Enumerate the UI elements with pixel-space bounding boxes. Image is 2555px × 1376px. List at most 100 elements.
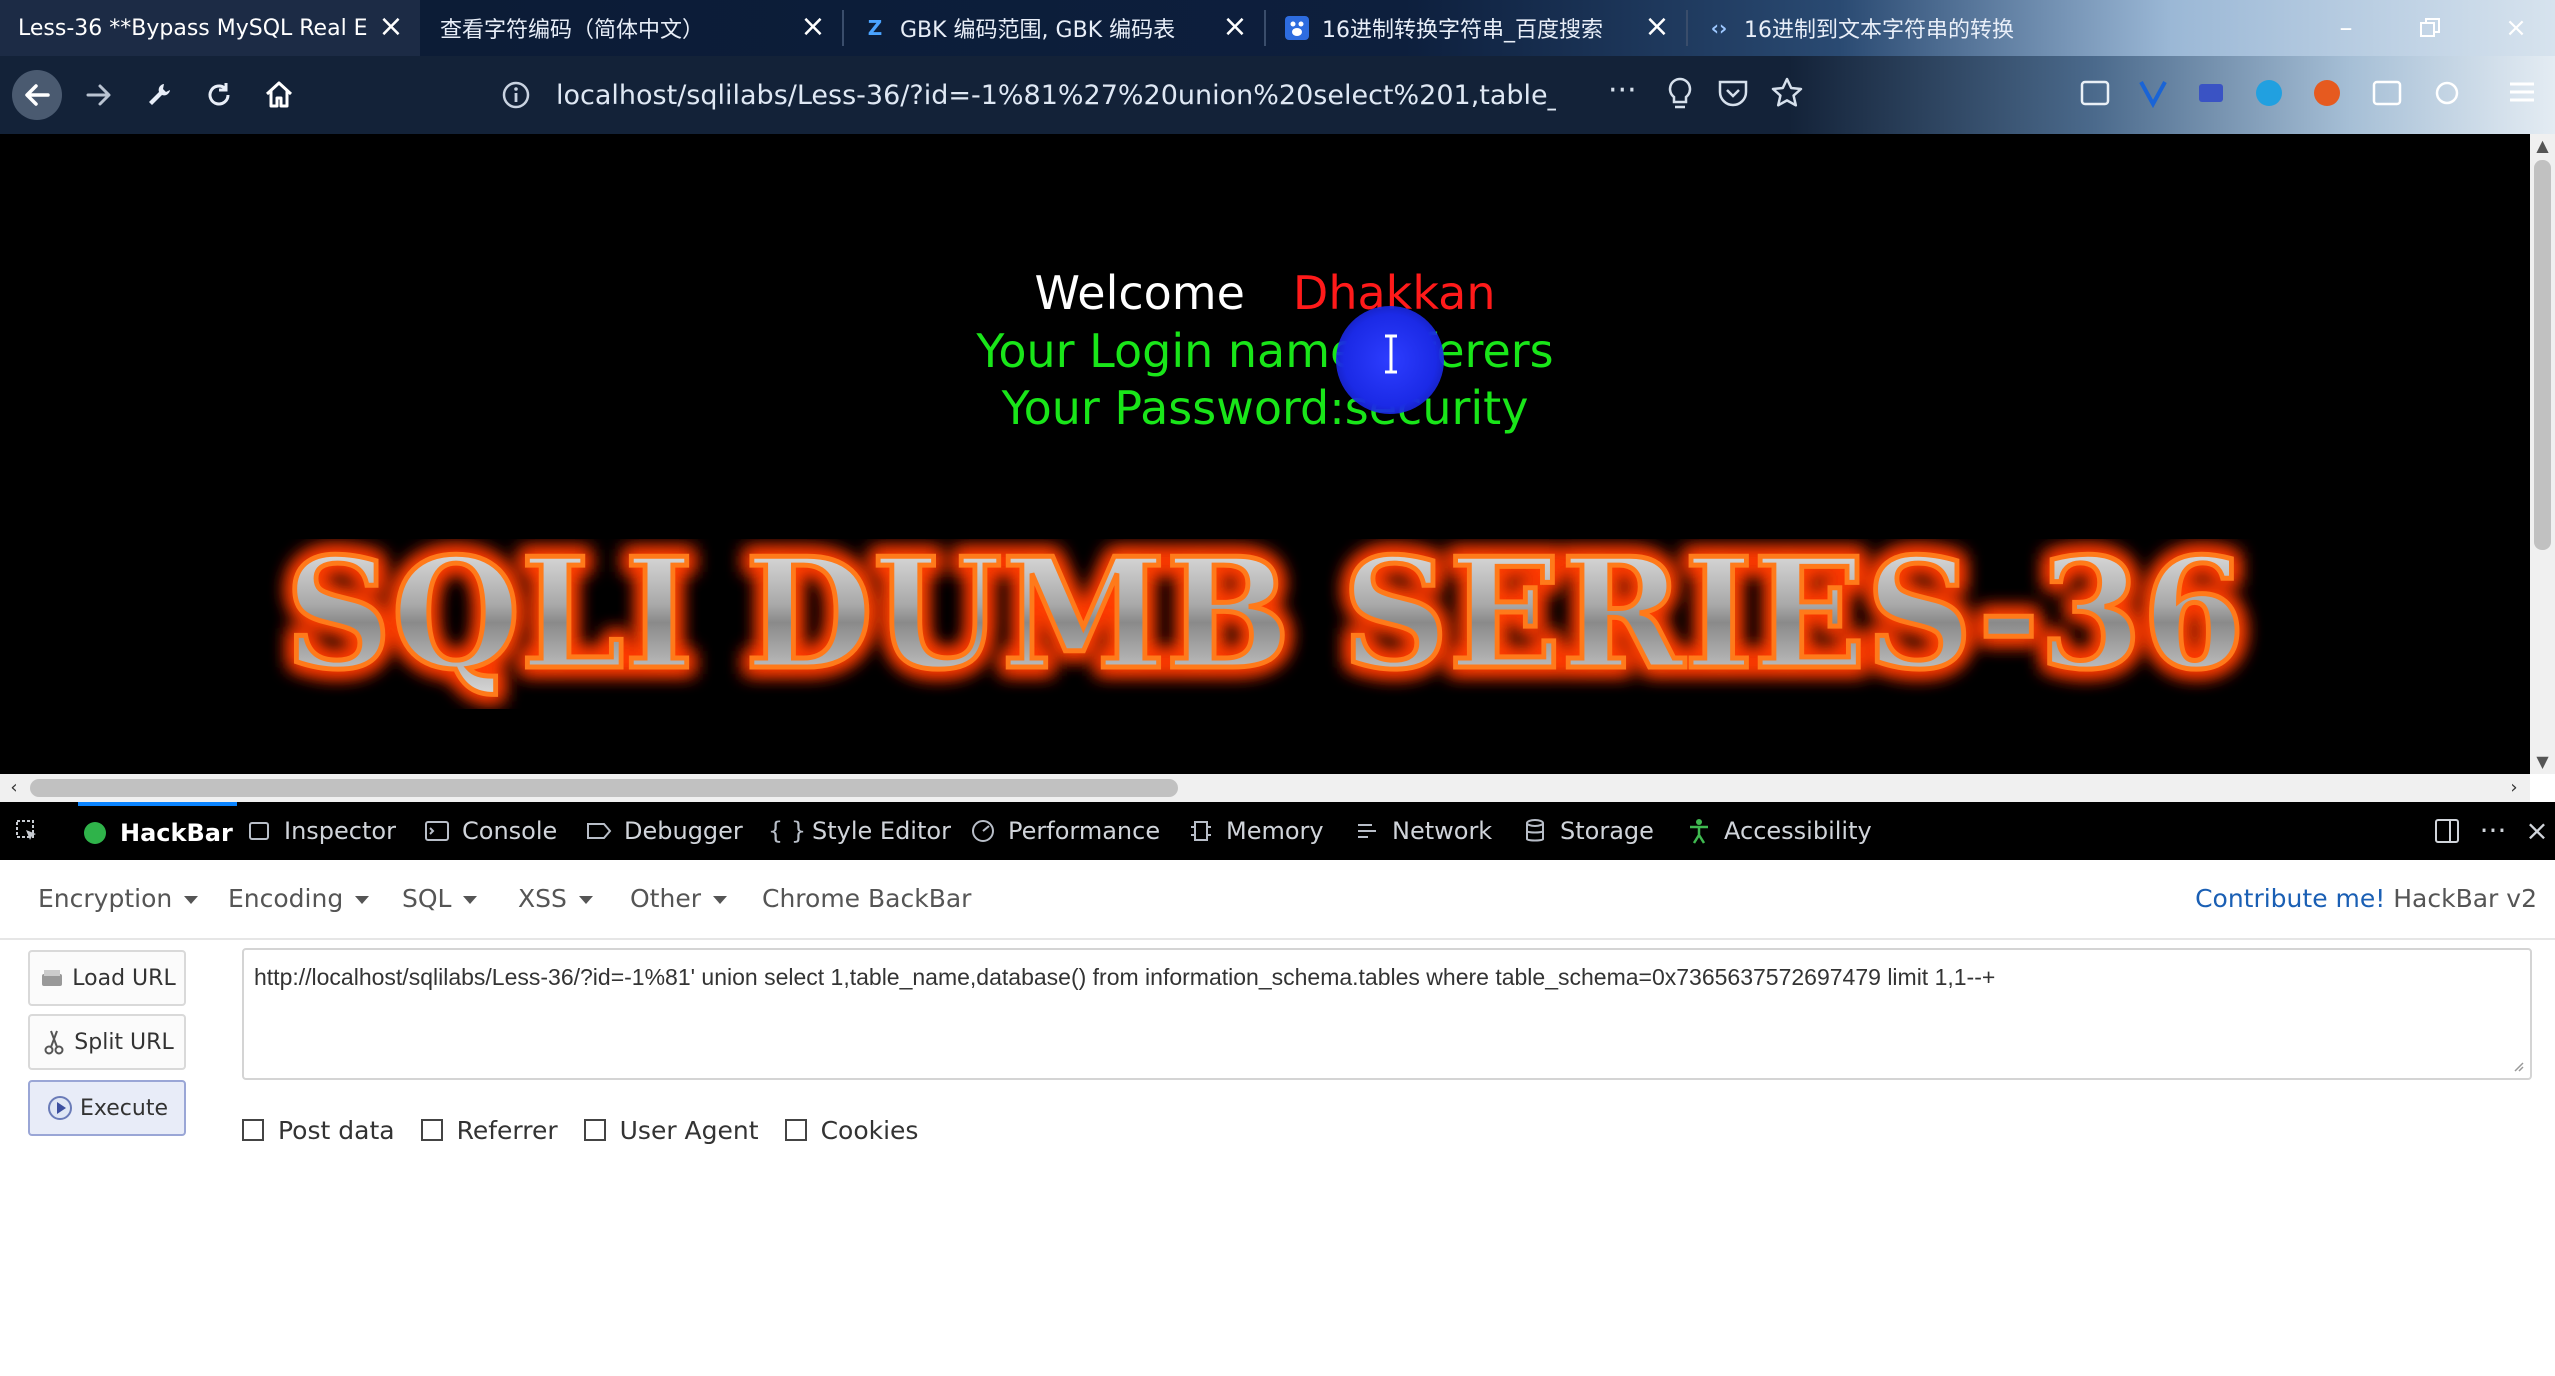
checkbox-label: Referrer — [456, 1115, 558, 1145]
close-icon[interactable]: × — [1220, 12, 1250, 42]
tab-less-36[interactable]: Less-36 **Bypass MySQL Real Es × — [0, 0, 420, 56]
restore-icon[interactable] — [2410, 8, 2450, 48]
checkbox-box[interactable] — [242, 1119, 264, 1141]
checkbox-box[interactable] — [420, 1119, 443, 1141]
tab-strip: Less-36 **Bypass MySQL Real Es × 查看字符编码（… — [0, 0, 2555, 56]
style-editor-icon: { } — [767, 817, 807, 845]
bookmark-star-icon[interactable] — [1770, 76, 1806, 112]
forward-button[interactable] — [74, 70, 124, 120]
home-icon — [265, 81, 293, 108]
button-label: Execute — [80, 1095, 168, 1121]
devtools-close-icon[interactable]: × — [2520, 814, 2554, 848]
dock-side-icon[interactable] — [2430, 814, 2464, 848]
series-banner: SQLI DUMB SERIES-36 SQLI DUMB SERIES-36 — [0, 539, 2530, 709]
tab-char-encoding[interactable]: 查看字符编码（简体中文） × — [422, 0, 842, 56]
vertical-scrollbar[interactable]: ▲ ▼ — [2530, 134, 2555, 774]
devtools-tab-memory[interactable]: Memory — [1188, 802, 1324, 860]
reload-button[interactable] — [194, 70, 244, 120]
hackbar-url-textarea[interactable]: http://localhost/sqlilabs/Less-36/?id=-1… — [242, 948, 2532, 1080]
devtools-tab-hackbar[interactable]: HackBar — [78, 802, 237, 860]
devtools-tab-accessibility[interactable]: Accessibility — [1686, 802, 1872, 860]
hackbar-icon — [82, 820, 108, 846]
tab-hex-to-text[interactable]: ‹› 16进制到文本字符串的转换 — [1688, 0, 2088, 56]
other-menu[interactable]: Other — [630, 884, 727, 913]
horizontal-scrollbar[interactable]: ‹ › — [0, 774, 2530, 802]
lightbulb-icon[interactable] — [1664, 76, 1700, 112]
tab-label: Memory — [1226, 817, 1324, 845]
page-viewport: Welcome Dhakkan Your Login name:referers … — [0, 134, 2530, 774]
horizontal-scroll-thumb[interactable] — [30, 779, 1178, 797]
post-data-checkbox[interactable]: Post data — [242, 1116, 395, 1145]
scroll-left-icon[interactable]: ‹ — [0, 774, 28, 802]
scroll-down-icon[interactable]: ▼ — [2530, 750, 2555, 774]
menu-label: Encryption — [38, 884, 173, 913]
load-url-button[interactable]: Load URL — [28, 950, 186, 1006]
fox-extension-icon[interactable] — [2310, 76, 2346, 112]
encoding-menu[interactable]: Encoding — [228, 884, 370, 913]
tab-title: 16进制转换字符串_百度搜索 — [1322, 18, 1603, 43]
banner-text: SQLI DUMB SERIES-36 — [285, 539, 2245, 703]
scroll-right-icon[interactable]: › — [2500, 774, 2528, 802]
user-agent-checkbox[interactable]: User Agent — [583, 1116, 759, 1145]
password-line: Your Password:security — [1001, 381, 1529, 435]
checkbox-box[interactable] — [784, 1119, 807, 1141]
text-cursor-icon — [1385, 334, 1397, 374]
close-icon[interactable]: × — [798, 12, 828, 42]
hackbar-menu: Encryption Encoding SQL XSS Other Chrome… — [0, 860, 2555, 940]
scroll-up-icon[interactable]: ▲ — [2530, 134, 2555, 158]
address-bar[interactable]: localhost/sqlilabs/Less-36/?id=-1%81%27%… — [500, 70, 1570, 120]
url-text: localhost/sqlilabs/Less-36/?id=-1%81%27%… — [556, 79, 1556, 111]
ip-extension-icon[interactable] — [2370, 76, 2406, 112]
dropdown-caret-icon — [712, 896, 727, 904]
devtools-tab-console[interactable]: Console — [424, 802, 557, 860]
tab-baidu-search[interactable]: 16进制转换字符串_百度搜索 × — [1266, 0, 1686, 56]
devtools-tab-network[interactable]: Network — [1354, 802, 1492, 860]
network-icon — [1354, 818, 1380, 844]
element-picker-button[interactable] — [14, 802, 52, 860]
info-icon[interactable] — [500, 79, 532, 111]
tools-button[interactable] — [134, 70, 184, 120]
close-icon[interactable]: × — [1642, 12, 1672, 42]
tab-label: Style Editor — [812, 817, 951, 845]
vertical-scroll-thumb[interactable] — [2534, 160, 2551, 550]
zhihu-favicon-icon: Z — [867, 16, 883, 40]
vpn-extension-icon[interactable] — [2136, 76, 2172, 112]
pocket-icon[interactable] — [1716, 76, 1752, 112]
devtools-more-icon[interactable]: ··· — [2476, 814, 2510, 848]
tab-gbk[interactable]: Z GBK 编码范围, GBK 编码表 × — [844, 0, 1264, 56]
page-actions-icon[interactable]: ··· — [1608, 76, 1644, 112]
hamburger-menu-icon[interactable] — [2506, 76, 2542, 112]
puzzle-extension-icon[interactable] — [2430, 76, 2466, 112]
encryption-menu[interactable]: Encryption — [38, 884, 199, 913]
extension-icon[interactable] — [2078, 76, 2114, 112]
devtools-tab-inspector[interactable]: Inspector — [246, 802, 396, 860]
back-button[interactable] — [12, 70, 62, 120]
xss-menu[interactable]: XSS — [518, 884, 593, 913]
sql-menu[interactable]: SQL — [402, 884, 478, 913]
console-icon — [424, 818, 450, 844]
shield-extension-icon[interactable] — [2194, 76, 2230, 112]
checkbox-box[interactable] — [583, 1119, 606, 1141]
button-label: Split URL — [74, 1029, 174, 1055]
chrome-backbar-link[interactable]: Chrome BackBar — [762, 884, 971, 913]
split-url-button[interactable]: Split URL — [28, 1014, 186, 1070]
devtools-toolbar: HackBar Inspector Console Debugger { } S… — [0, 802, 2555, 860]
devtools-tab-style-editor[interactable]: { } Style Editor — [767, 802, 951, 860]
tab-label: Accessibility — [1724, 817, 1872, 845]
execute-button[interactable]: Execute — [28, 1080, 186, 1136]
referrer-checkbox[interactable]: Referrer — [420, 1115, 558, 1145]
window-close-icon[interactable]: × — [2496, 8, 2536, 48]
minimize-icon[interactable]: – — [2326, 8, 2366, 48]
navigation-toolbar: localhost/sqlilabs/Less-36/?id=-1%81%27%… — [0, 56, 2555, 134]
devtools-tab-debugger[interactable]: Debugger — [586, 802, 743, 860]
home-button[interactable] — [254, 70, 304, 120]
cookies-checkbox[interactable]: Cookies — [784, 1116, 918, 1145]
menu-label: Other — [630, 884, 701, 913]
load-url-icon — [42, 970, 63, 986]
contribute-link[interactable]: Contribute me! — [2195, 884, 2385, 913]
devtools-tab-storage[interactable]: Storage — [1522, 802, 1654, 860]
translate-extension-icon[interactable] — [2252, 76, 2288, 112]
resize-grip-icon[interactable] — [2510, 1058, 2524, 1072]
close-icon[interactable]: × — [376, 12, 406, 42]
devtools-tab-performance[interactable]: Performance — [970, 802, 1160, 860]
